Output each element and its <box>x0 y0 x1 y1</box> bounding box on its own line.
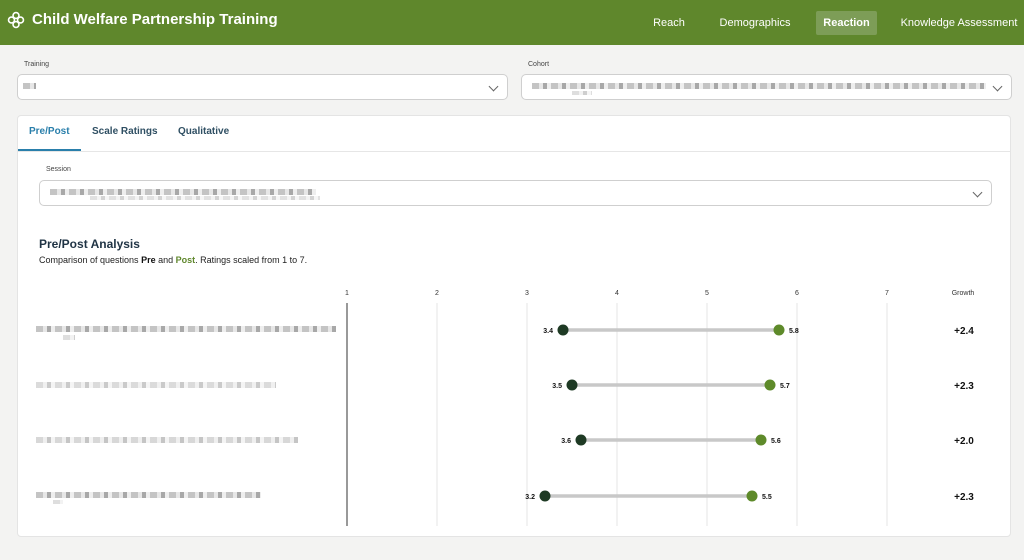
nav-reaction[interactable]: Reaction <box>816 11 877 35</box>
growth-header: Growth <box>952 290 975 297</box>
top-nav-bar: Child Welfare Partnership Training Reach… <box>0 0 1024 45</box>
pre-value-label: 3.5 <box>552 383 562 390</box>
growth-value: +2.3 <box>954 492 974 503</box>
training-select[interactable] <box>17 74 508 100</box>
x-tick-label: 4 <box>615 290 619 297</box>
growth-value: +2.3 <box>954 381 974 392</box>
pre-post-chart: 1 2 3 4 5 6 7 Growth 3.4 5.8 +2.4 3.5 5.7 +2.3 3.6 5.6 +… <box>345 290 975 526</box>
pre-value-label: 3.2 <box>525 494 535 501</box>
x-tick-label: 1 <box>345 290 349 297</box>
redacted-value <box>23 83 36 89</box>
chevron-down-icon <box>992 81 1003 92</box>
cohort-label: Cohort <box>528 61 550 68</box>
nav-knowledge-assessment[interactable]: Knowledge Assessment <box>896 11 1022 35</box>
post-value-label: 5.7 <box>780 383 790 390</box>
cohort-select[interactable] <box>521 74 1012 100</box>
pre-dot <box>539 490 551 502</box>
post-dot <box>746 490 758 502</box>
app-title: Child Welfare Partnership Training <box>32 11 278 28</box>
x-tick-label: 6 <box>795 290 799 297</box>
nav-reach[interactable]: Reach <box>644 11 694 35</box>
redacted-value <box>572 91 592 95</box>
growth-value: +2.0 <box>954 436 974 447</box>
x-tick-label: 3 <box>525 290 529 297</box>
pre-dot <box>566 379 578 391</box>
x-tick-label: 2 <box>435 290 439 297</box>
redacted-value <box>532 83 986 89</box>
post-value-label: 5.6 <box>771 438 781 445</box>
pre-value-label: 3.4 <box>543 328 553 335</box>
growth-value: +2.4 <box>954 326 974 337</box>
nav-demographics[interactable]: Demographics <box>714 11 796 35</box>
analysis-card: Pre/Post Scale Ratings Qualitative Sessi… <box>17 115 1011 537</box>
pre-dot <box>557 324 569 336</box>
post-value-label: 5.8 <box>789 328 799 335</box>
x-tick-label: 5 <box>705 290 709 297</box>
pre-value-label: 3.6 <box>561 438 571 445</box>
post-dot <box>764 379 776 391</box>
post-dot <box>755 434 767 446</box>
logo-icon <box>7 11 25 29</box>
post-dot <box>773 324 785 336</box>
x-tick-label: 7 <box>885 290 889 297</box>
pre-dot <box>575 434 587 446</box>
training-label: Training <box>24 61 50 68</box>
post-value-label: 5.5 <box>762 494 772 501</box>
chevron-down-icon <box>488 81 499 92</box>
